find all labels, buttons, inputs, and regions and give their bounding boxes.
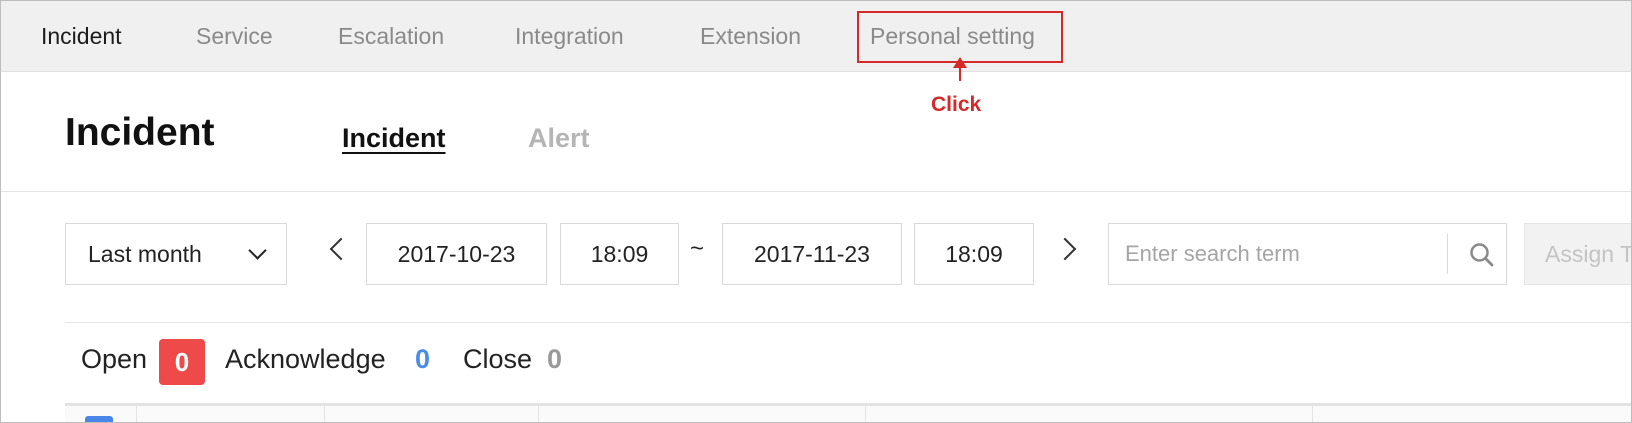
nav-item-incident[interactable]: Incident xyxy=(41,23,122,50)
filter-divider xyxy=(65,322,1631,323)
page-title: Incident xyxy=(65,111,215,154)
search-box xyxy=(1108,223,1507,285)
range-separator: ~ xyxy=(690,235,705,262)
chevron-down-icon xyxy=(248,241,267,260)
end-date-field[interactable]: 2017-11-23 xyxy=(722,223,902,285)
table-column-divider xyxy=(136,403,137,422)
close-label: Close xyxy=(463,344,533,374)
chevron-right-icon[interactable] xyxy=(1053,237,1077,261)
end-date-value: 2017-11-23 xyxy=(754,240,870,267)
end-time-value: 18:09 xyxy=(945,240,1003,267)
period-dropdown-value: Last month xyxy=(88,240,202,267)
search-separator xyxy=(1447,234,1448,274)
search-input[interactable] xyxy=(1123,240,1447,268)
select-all-checkbox[interactable] xyxy=(85,416,113,422)
start-time-value: 18:09 xyxy=(590,240,649,267)
annotation-arrow-icon xyxy=(953,57,967,81)
start-date-field[interactable]: 2017-10-23 xyxy=(366,223,547,285)
table-column-divider xyxy=(324,403,325,422)
annotation-click-label: Click xyxy=(931,93,982,116)
open-count-badge: 0 xyxy=(159,339,205,385)
end-time-field[interactable]: 18:09 xyxy=(914,223,1034,285)
top-navigation: Incident Service Escalation Integration … xyxy=(1,1,1631,72)
app-window: Incident Service Escalation Integration … xyxy=(0,0,1632,423)
table-header xyxy=(65,403,1631,422)
search-icon[interactable] xyxy=(1467,240,1497,270)
assign-button[interactable]: Assign T xyxy=(1524,223,1631,285)
table-column-divider xyxy=(865,403,866,422)
start-time-field[interactable]: 18:09 xyxy=(560,223,679,285)
period-dropdown[interactable]: Last month xyxy=(65,223,287,285)
start-date-value: 2017-10-23 xyxy=(397,240,516,267)
close-count: 0 xyxy=(547,344,563,374)
tab-alert[interactable]: Alert xyxy=(528,123,590,154)
nav-item-integration[interactable]: Integration xyxy=(515,23,624,50)
nav-item-escalation[interactable]: Escalation xyxy=(338,23,444,50)
header-divider xyxy=(1,191,1631,192)
acknowledge-count: 0 xyxy=(415,344,431,374)
nav-item-extension[interactable]: Extension xyxy=(700,23,801,50)
tab-incident[interactable]: Incident xyxy=(342,123,446,154)
annotation-highlight-box xyxy=(857,11,1063,63)
table-column-divider xyxy=(538,403,539,422)
acknowledge-label: Acknowledge xyxy=(225,344,386,374)
chevron-left-icon[interactable] xyxy=(329,237,353,261)
table-column-divider xyxy=(1312,403,1313,422)
open-label: Open xyxy=(81,344,148,374)
nav-item-service[interactable]: Service xyxy=(196,23,273,50)
